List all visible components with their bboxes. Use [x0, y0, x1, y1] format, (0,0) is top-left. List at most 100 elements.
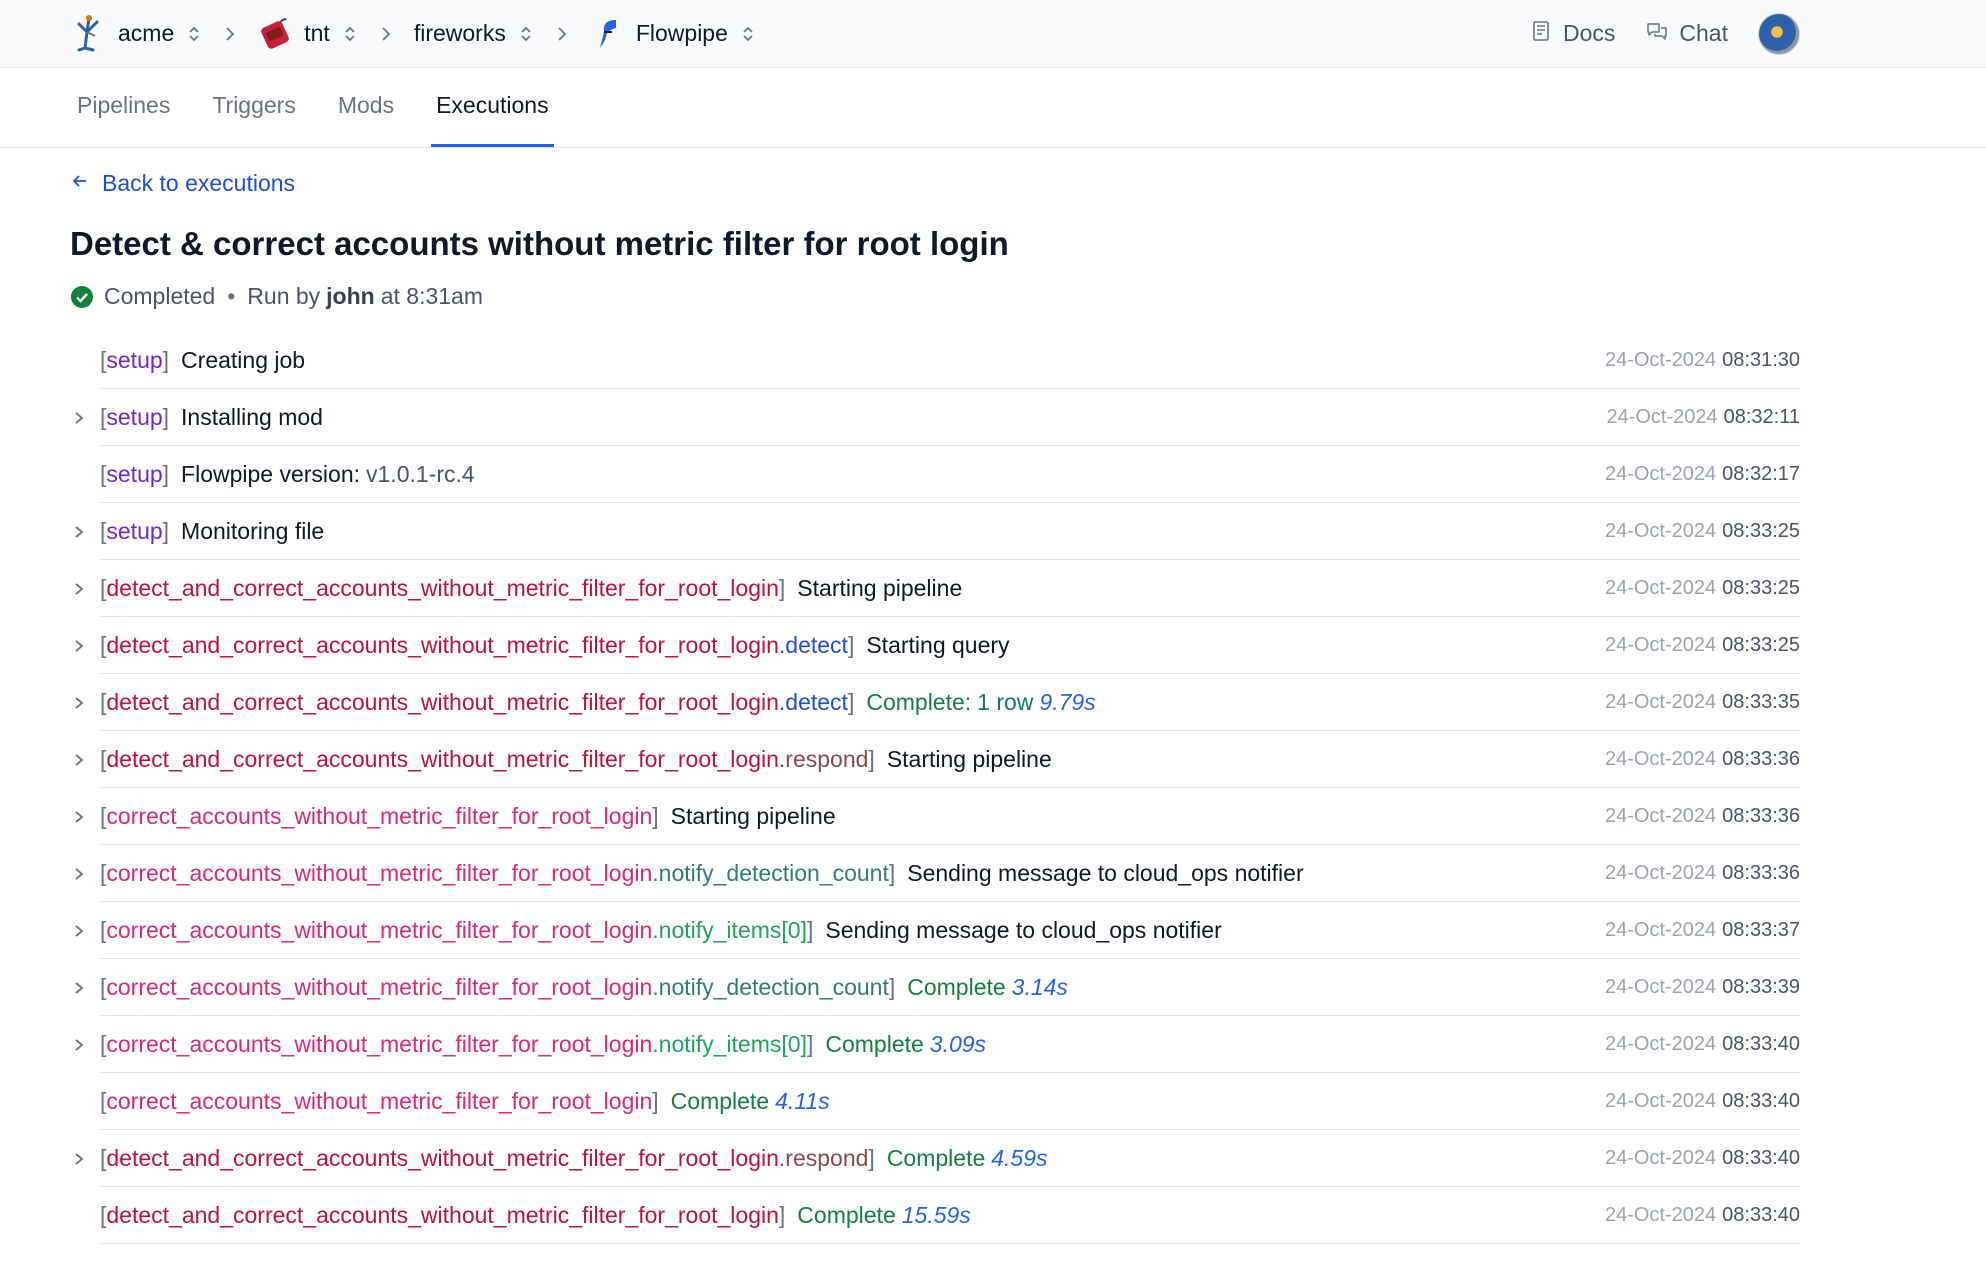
log-tag: setup [106, 517, 163, 544]
log-row[interactable]: [detect_and_correct_accounts_without_met… [75, 674, 1800, 731]
tab-triggers[interactable]: Triggers [207, 67, 301, 147]
complete-label: Complete [886, 1144, 986, 1171]
tnt-logo-icon [258, 14, 292, 54]
timestamp-time: 08:33:37 [1722, 918, 1800, 941]
log-row[interactable]: [correct_accounts_without_metric_filter_… [75, 902, 1800, 959]
chevron-right-icon[interactable] [70, 920, 88, 940]
log-row[interactable]: [setup] Monitoring file 24-Oct-2024 08:33:2… [75, 503, 1800, 560]
log-timestamp: 24-Oct-2024 08:33:40 [1605, 1204, 1800, 1227]
chevron-right-icon [552, 24, 572, 44]
log-timestamp: 24-Oct-2024 08:33:36 [1605, 805, 1800, 828]
version-value: v1.0.1-rc.4 [366, 460, 475, 487]
breadcrumb-item-acme[interactable]: acme [72, 14, 202, 54]
breadcrumb: acme tnt fireworks Flowpipe [72, 0, 756, 67]
bracket-close: ] [806, 916, 814, 943]
timestamp-time: 08:33:40 [1722, 1089, 1800, 1112]
log-timestamp: 24-Oct-2024 08:33:40 [1605, 1033, 1800, 1056]
avatar[interactable] [1758, 12, 1800, 55]
log-tag: setup [106, 403, 163, 430]
bracket-close: ] [868, 745, 875, 772]
bracket-close: ] [778, 1201, 786, 1228]
bracket-close: ] [162, 517, 170, 544]
log-row[interactable]: [detect_and_correct_accounts_without_met… [75, 617, 1800, 674]
log-tag: detect_and_correct_accounts_without_metr… [106, 688, 779, 715]
chevron-right-icon[interactable] [70, 863, 88, 883]
complete-label: Complete [670, 1087, 770, 1114]
log-tag: setup [106, 460, 163, 487]
chevron-right-icon[interactable] [70, 692, 88, 712]
chevron-right-icon[interactable] [70, 806, 88, 826]
log-message: [detect_and_correct_accounts_without_met… [100, 689, 1605, 716]
log-row[interactable]: [correct_accounts_without_metric_filter_… [75, 845, 1800, 902]
log-row[interactable]: [detect_and_correct_accounts_without_met… [75, 560, 1800, 617]
timestamp-date: 24-Oct-2024 [1604, 348, 1717, 371]
arrow-left-icon [70, 170, 90, 197]
chevron-right-icon[interactable] [70, 977, 88, 997]
log-text: Monitoring file [181, 517, 325, 544]
log-message: [detect_and_correct_accounts_without_met… [100, 575, 1605, 602]
timestamp-date: 24-Oct-2024 [1604, 576, 1717, 599]
breadcrumb-item-tnt[interactable]: tnt [258, 14, 358, 54]
tab-executions[interactable]: Executions [431, 67, 554, 147]
log-row[interactable]: [setup] Installing mod 24-Oct-2024 08:32:11 [75, 389, 1800, 446]
execution-log: [setup] Creating job 24-Oct-2024 08:31:30 [s… [70, 332, 1800, 1244]
bracket-close: ] [847, 688, 855, 715]
log-row[interactable]: [correct_accounts_without_metric_filter_… [75, 1016, 1800, 1073]
log-row[interactable]: [correct_accounts_without_metric_filter_… [75, 788, 1800, 845]
back-to-executions-link[interactable]: Back to executions [70, 170, 295, 197]
timestamp-date: 24-Oct-2024 [1604, 462, 1717, 485]
chevron-right-icon[interactable] [70, 635, 88, 655]
log-tag: detect_and_correct_accounts_without_metr… [106, 1144, 779, 1171]
chevron-up-down-icon[interactable] [518, 23, 534, 45]
log-row[interactable]: [detect_and_correct_accounts_without_met… [75, 731, 1800, 788]
log-message: [detect_and_correct_accounts_without_met… [100, 746, 1605, 773]
log-timestamp: 24-Oct-2024 08:33:37 [1605, 919, 1800, 942]
log-timestamp: 24-Oct-2024 08:33:35 [1605, 691, 1800, 714]
chevron-right-icon[interactable] [70, 1034, 88, 1054]
log-row[interactable]: [detect_and_correct_accounts_without_met… [75, 1130, 1800, 1187]
log-tag: setup [106, 346, 163, 373]
timestamp-date: 24-Oct-2024 [1604, 1203, 1717, 1226]
breadcrumb-label: tnt [304, 20, 330, 46]
log-message: [correct_accounts_without_metric_filter_… [100, 803, 1605, 830]
bracket-close: ] [162, 346, 170, 373]
chevron-up-down-icon[interactable] [740, 23, 756, 45]
timestamp-date: 24-Oct-2024 [1604, 1146, 1717, 1169]
breadcrumb-item-flowpipe[interactable]: Flowpipe [590, 14, 756, 54]
tab-mods[interactable]: Mods [333, 67, 399, 147]
log-message: [correct_accounts_without_metric_filter_… [100, 974, 1605, 1001]
log-timestamp: 24-Oct-2024 08:33:36 [1605, 748, 1800, 771]
tab-pipelines[interactable]: Pipelines [72, 67, 175, 147]
chevron-up-down-icon[interactable] [342, 23, 358, 45]
chat-label: Chat [1679, 20, 1728, 46]
log-step: notify_detection_count [658, 859, 889, 886]
log-step: notify_items[0] [658, 916, 807, 943]
duration: 15.59s [901, 1201, 971, 1228]
log-timestamp: 24-Oct-2024 08:33:40 [1605, 1147, 1800, 1170]
chevron-right-icon[interactable] [70, 407, 88, 427]
docs-link[interactable]: Docs [1529, 19, 1615, 49]
log-message: [setup] Creating job [100, 347, 1605, 374]
log-message: [setup] Flowpipe version: v1.0.1-rc.4 [100, 461, 1605, 488]
bracket-close: ] [652, 1087, 659, 1114]
page-title: Detect & correct accounts without metric… [70, 225, 1009, 262]
timestamp-time: 08:33:40 [1722, 1203, 1800, 1226]
log-tag: correct_accounts_without_metric_filter_f… [106, 859, 653, 886]
log-timestamp: 24-Oct-2024 08:32:11 [1606, 406, 1800, 429]
breadcrumb-item-fireworks[interactable]: fireworks [414, 20, 534, 47]
log-row[interactable]: [correct_accounts_without_metric_filter_… [75, 959, 1800, 1016]
bracket-close: ] [888, 859, 896, 886]
timestamp-date: 24-Oct-2024 [1604, 861, 1717, 884]
chevron-right-icon[interactable] [70, 578, 88, 598]
chat-link[interactable]: Chat [1645, 19, 1728, 49]
log-text: Installing mod [181, 403, 323, 430]
chevron-right-icon[interactable] [70, 1148, 88, 1168]
timestamp-time: 08:33:40 [1722, 1146, 1800, 1169]
chevron-up-down-icon[interactable] [186, 23, 202, 45]
log-tag: correct_accounts_without_metric_filter_f… [106, 973, 653, 1000]
chevron-right-icon[interactable] [70, 521, 88, 541]
bracket-close: ] [778, 574, 786, 601]
chevron-right-icon[interactable] [70, 749, 88, 769]
tab-bar: Pipelines Triggers Mods Executions [0, 68, 1986, 148]
log-step: notify_items[0] [658, 1030, 807, 1057]
